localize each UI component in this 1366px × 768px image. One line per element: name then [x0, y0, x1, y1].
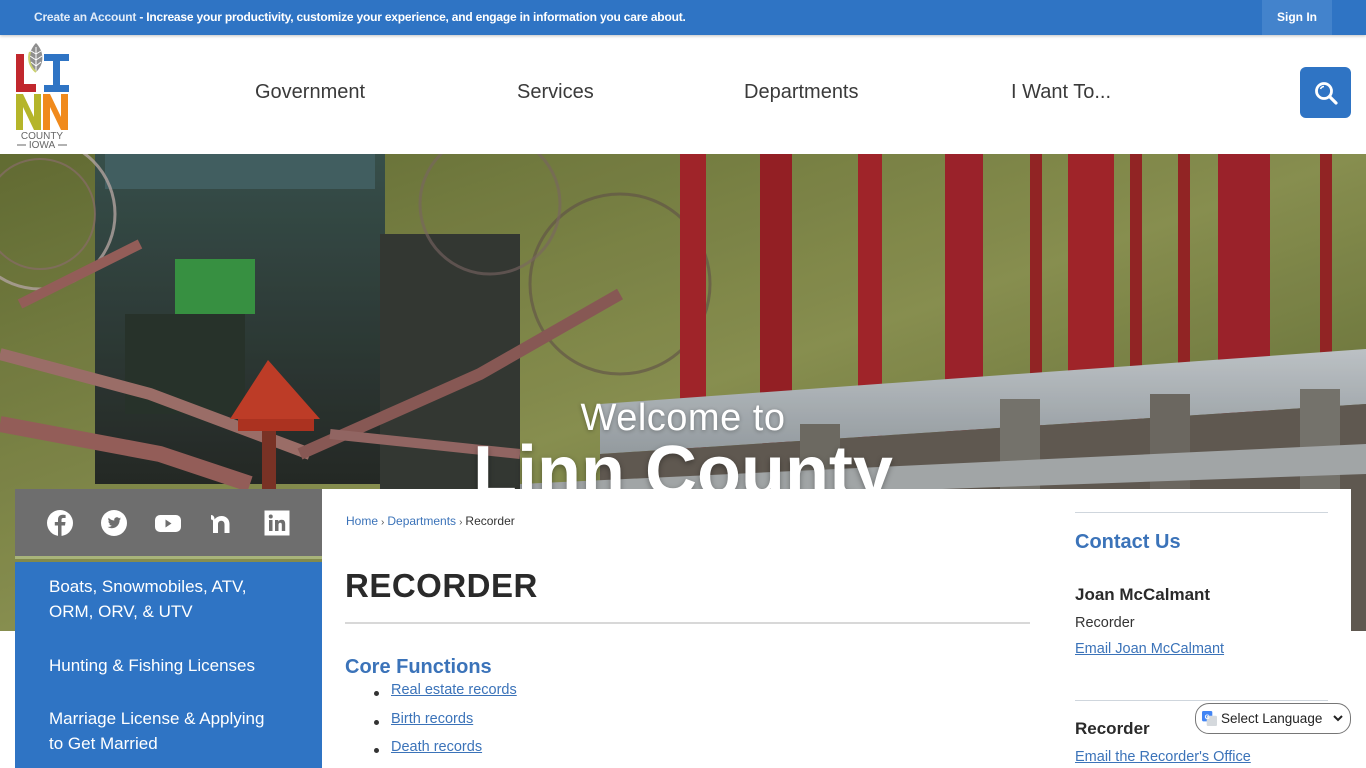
death-records-link[interactable]: Death records — [391, 739, 482, 755]
breadcrumb-home[interactable]: Home — [346, 514, 378, 528]
nav-departments[interactable]: Departments — [744, 81, 859, 104]
email-joan-link[interactable]: Email Joan McCalmant — [1075, 641, 1224, 657]
list-item: Birth records — [371, 711, 517, 740]
birth-records-link[interactable]: Birth records — [391, 711, 473, 727]
quick-links-sidebar: Boats, Snowmobiles, ATV, ORM, ORV, & UTV… — [15, 562, 322, 768]
sidebar-item-boats-snowmobiles[interactable]: Boats, Snowmobiles, ATV, ORM, ORV, & UTV — [49, 574, 289, 624]
contact-us-heading: Contact Us — [1075, 531, 1181, 553]
nav-services[interactable]: Services — [517, 81, 594, 104]
linn-county-logo[interactable]: COUNTY IOWA — [14, 42, 70, 151]
contact-divider-top — [1075, 512, 1328, 513]
facebook-icon — [47, 509, 74, 536]
google-translate-icon: G — [1202, 711, 1217, 726]
contact-role: Recorder — [1075, 615, 1135, 631]
language-select[interactable]: G Select Language — [1195, 703, 1351, 734]
list-item: Death records — [371, 739, 517, 768]
core-functions-heading: Core Functions — [345, 656, 492, 678]
sidebar-item-label: Hunting & Fishing Licenses — [49, 656, 256, 675]
language-select-value: Select Language — [1221, 711, 1323, 726]
sidebar-item-label: ORM, ORV, & UTV — [49, 602, 193, 621]
breadcrumb-separator: › — [459, 517, 463, 528]
sidebar-item-label: to Get Married — [49, 734, 158, 753]
linkedin-link[interactable] — [262, 508, 292, 538]
youtube-icon — [155, 514, 182, 532]
create-account-link[interactable]: Create an Account — [34, 10, 136, 24]
sidebar-item-hunting-fishing[interactable]: Hunting & Fishing Licenses — [49, 653, 289, 678]
sign-in-button[interactable]: Sign In — [1262, 0, 1332, 35]
email-office-link[interactable]: Email the Recorder's Office — [1075, 749, 1251, 765]
search-icon — [1314, 81, 1338, 105]
twitter-link[interactable] — [99, 508, 129, 538]
top-bar: Create an Account - Increase your produc… — [0, 0, 1366, 35]
office-heading: Recorder — [1075, 719, 1150, 738]
leaf-icon — [28, 43, 43, 73]
sidebar-item-marriage-license[interactable]: Marriage License & Applying to Get Marri… — [49, 706, 289, 756]
linkedin-icon — [264, 510, 290, 535]
search-button[interactable] — [1300, 67, 1351, 118]
contact-divider-middle — [1075, 700, 1328, 701]
real-estate-records-link[interactable]: Real estate records — [391, 682, 517, 698]
nav-i-want-to[interactable]: I Want To... — [1011, 81, 1111, 104]
page-title: RECORDER — [345, 567, 538, 604]
list-item: Real estate records — [371, 682, 517, 711]
svg-text:G: G — [1205, 714, 1210, 721]
sidebar-item-label: Boats, Snowmobiles, ATV, — [49, 577, 247, 596]
facebook-link[interactable] — [45, 508, 75, 538]
contact-name: Joan McCalmant — [1075, 585, 1211, 604]
twitter-icon — [101, 509, 128, 536]
nav-government[interactable]: Government — [255, 81, 365, 104]
youtube-link[interactable] — [153, 508, 183, 538]
create-account-banner[interactable]: Create an Account - Increase your produc… — [34, 10, 686, 24]
breadcrumb-departments[interactable]: Departments — [387, 514, 456, 528]
chevron-down-icon — [1333, 715, 1343, 722]
nextdoor-icon — [210, 514, 230, 533]
site-header: COUNTY IOWA Government Services Departme… — [0, 35, 1366, 154]
breadcrumb: Home › Departments › Recorder — [346, 514, 515, 528]
create-account-text: - Increase your productivity, customize … — [136, 10, 686, 24]
breadcrumb-separator: › — [381, 517, 385, 528]
title-divider — [345, 622, 1030, 624]
social-media-bar — [15, 489, 322, 559]
nextdoor-link[interactable] — [208, 508, 238, 538]
core-functions-list: Real estate records Birth records Death … — [371, 682, 517, 768]
logo-iowa-text: IOWA — [29, 140, 56, 148]
breadcrumb-current: Recorder — [465, 514, 515, 528]
sidebar-item-label: Marriage License & Applying — [49, 709, 265, 728]
